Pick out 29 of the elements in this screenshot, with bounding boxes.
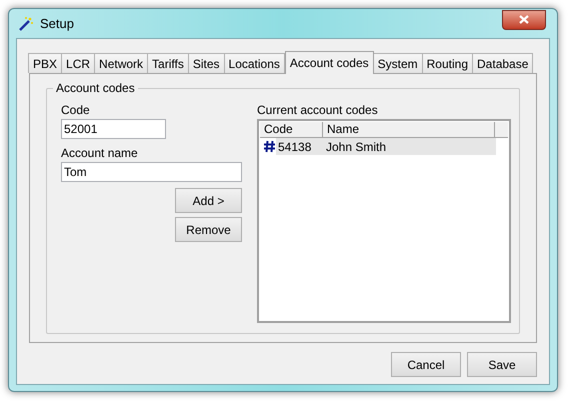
tab[interactable]: Sites	[188, 53, 225, 73]
column-header[interactable]: Name	[323, 122, 495, 137]
hash-icon	[263, 140, 276, 153]
magic-wand-icon	[18, 16, 34, 32]
field-label: Code	[61, 102, 91, 119]
group-title: Account codes	[53, 81, 138, 95]
tab[interactable]: Database	[472, 53, 534, 73]
window-title: Setup	[40, 14, 74, 33]
close-button[interactable]	[502, 10, 546, 30]
tab[interactable]: Tariffs	[147, 53, 189, 73]
table-cell-text: John Smith	[326, 138, 386, 156]
add-button[interactable]: Add >	[175, 188, 242, 213]
tab[interactable]: PBX	[28, 53, 62, 73]
tab[interactable]: LCR	[61, 53, 96, 73]
field-label: Account name	[61, 145, 139, 162]
tab[interactable]: Account codes	[284, 51, 374, 74]
save-button[interactable]: Save	[467, 352, 537, 377]
tab[interactable]: Routing	[422, 53, 474, 73]
account-name-field[interactable]: Tom	[61, 162, 242, 182]
tab[interactable]: Network	[94, 53, 148, 73]
remove-button[interactable]: Remove	[175, 217, 242, 242]
cancel-button[interactable]: Cancel	[391, 352, 461, 377]
column-header[interactable]: Code	[260, 122, 323, 137]
list-label: Current account codes	[257, 102, 379, 119]
code-field[interactable]: 52001	[61, 119, 166, 139]
close-icon	[519, 15, 529, 24]
table-cell-text: 54138	[277, 138, 312, 156]
tab[interactable]: Locations	[224, 53, 285, 73]
tab[interactable]: System	[372, 53, 423, 73]
